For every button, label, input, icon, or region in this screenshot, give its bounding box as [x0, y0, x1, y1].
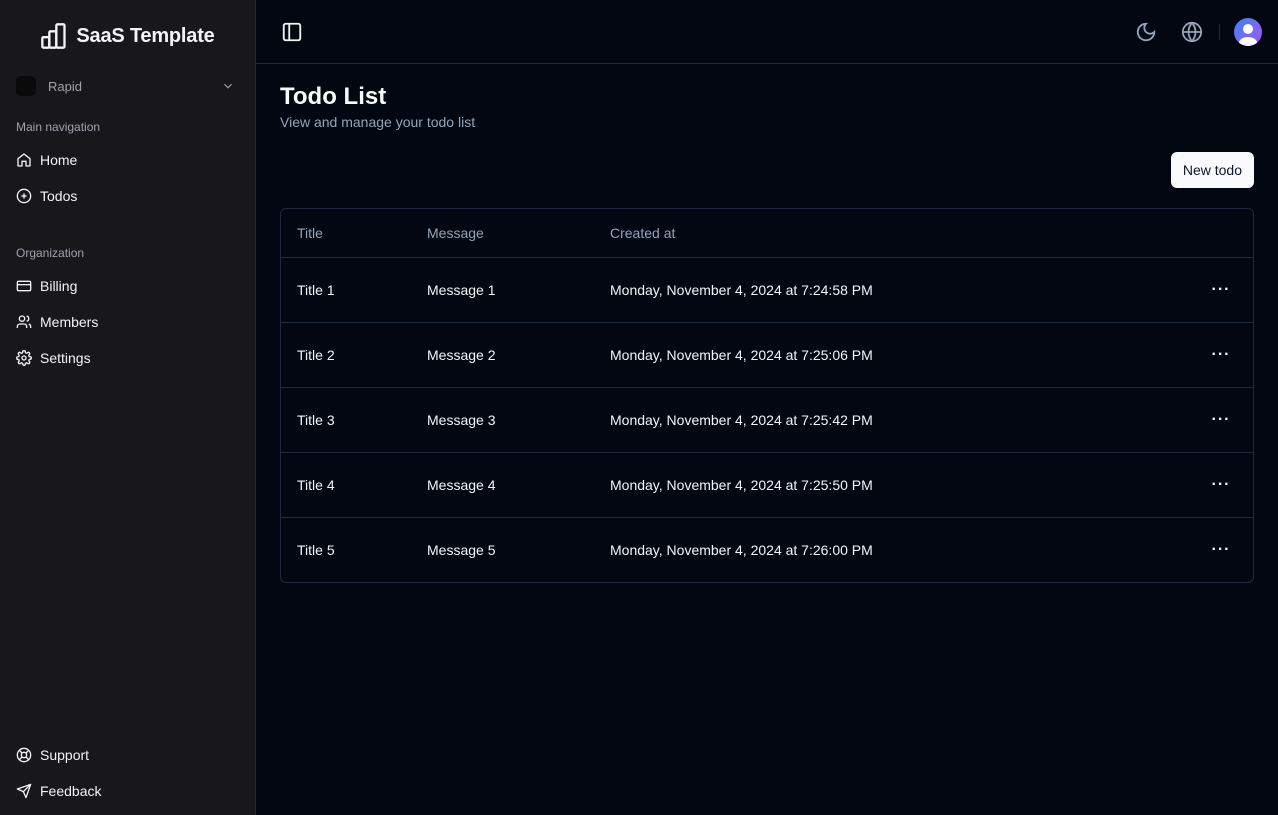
chart-bars-icon	[41, 23, 67, 49]
cell-message: Message 2	[411, 322, 594, 388]
page-subtitle: View and manage your todo list	[280, 114, 476, 130]
table-row[interactable]: Title 1 Message 1 Monday, November 4, 20…	[281, 257, 1253, 323]
credit-card-icon	[16, 280, 32, 292]
cell-title: Title 3	[281, 387, 411, 453]
cell-created-at: Monday, November 4, 2024 at 7:24:58 PM	[594, 257, 1189, 323]
user-icon	[1239, 23, 1257, 46]
home-icon	[17, 153, 31, 167]
plus-circle-icon	[16, 188, 32, 204]
sidebar-item-label: Support	[40, 747, 90, 763]
page-title: Todo List	[280, 83, 387, 110]
user-avatar[interactable]	[1234, 17, 1262, 46]
column-header-message[interactable]: Message	[411, 209, 594, 258]
nav-group-label: Main navigation	[16, 120, 101, 134]
main-area: Todo List View and manage your todo list…	[256, 0, 1278, 815]
row-actions-menu-icon[interactable]: ···	[1212, 346, 1231, 363]
org-avatar	[16, 76, 36, 96]
divider	[1219, 23, 1220, 40]
org-switcher[interactable]: Rapid	[16, 72, 239, 100]
column-header-created-at[interactable]: Created at	[594, 209, 1189, 258]
sidebar-item-label: Todos	[40, 188, 78, 204]
row-actions-menu-icon[interactable]: ···	[1212, 541, 1231, 558]
row-actions-menu-icon[interactable]: ···	[1212, 411, 1231, 428]
brand[interactable]: SaaS Template	[0, 0, 255, 72]
row-actions-menu-icon[interactable]: ···	[1212, 281, 1231, 298]
cell-title: Title 4	[281, 452, 411, 518]
send-icon	[16, 783, 32, 799]
cell-created-at: Monday, November 4, 2024 at 7:25:06 PM	[594, 322, 1189, 388]
brand-name: SaaS Template	[76, 24, 215, 47]
cell-title: Title 1	[281, 257, 411, 323]
cell-title: Title 2	[281, 322, 411, 388]
life-buoy-icon	[16, 747, 32, 763]
sidebar-item-settings[interactable]: Settings	[16, 340, 239, 376]
cell-message: Message 3	[411, 387, 594, 453]
sidebar-item-billing[interactable]: Billing	[16, 268, 239, 304]
sidebar: SaaS Template Rapid Main navigation Home…	[0, 0, 256, 815]
table-row[interactable]: Title 4 Message 4 Monday, November 4, 20…	[281, 452, 1253, 518]
globe-icon[interactable]	[1181, 21, 1203, 43]
table-row[interactable]: Title 5 Message 5 Monday, November 4, 20…	[281, 517, 1253, 582]
cell-message: Message 1	[411, 257, 594, 323]
table-header-row: Title Message Created at	[281, 209, 1253, 258]
sidebar-toggle-button[interactable]	[280, 20, 304, 44]
page-content: Todo List View and manage your todo list…	[256, 64, 1278, 603]
cell-created-at: Monday, November 4, 2024 at 7:26:00 PM	[610, 541, 873, 558]
sidebar-item-members[interactable]: Members	[16, 304, 239, 340]
table-row[interactable]: Title 2 Message 2 Monday, November 4, 20…	[281, 322, 1253, 388]
cell-message: Message 4	[411, 452, 594, 518]
sidebar-toggle-icon	[282, 22, 302, 41]
cell-created-at: Monday, November 4, 2024 at 7:25:42 PM	[594, 387, 1189, 453]
sidebar-item-label: Billing	[40, 278, 78, 294]
cell-title: Title 5	[297, 541, 335, 558]
new-todo-button[interactable]: New todo	[1170, 152, 1254, 188]
cell-created-at: Monday, November 4, 2024 at 7:25:50 PM	[594, 452, 1189, 518]
sidebar-item-label: Settings	[40, 350, 91, 366]
moon-icon[interactable]	[1135, 21, 1157, 43]
sidebar-footer: Support Feedback	[16, 737, 239, 809]
cell-message: Message 5	[427, 541, 496, 558]
sidebar-item-support[interactable]: Support	[16, 737, 239, 773]
nav-group-organization: Organization Billing Members Settings	[0, 244, 255, 376]
row-actions-menu-icon[interactable]: ···	[1212, 476, 1231, 493]
sidebar-item-home[interactable]: Home	[16, 142, 239, 178]
sidebar-item-label: Home	[40, 152, 78, 168]
users-icon	[16, 315, 32, 328]
org-name: Rapid	[48, 78, 82, 94]
todo-table: Title Message Created at Title 1 Message…	[280, 208, 1254, 583]
column-header-actions	[1189, 209, 1253, 258]
chevron-down-icon	[224, 83, 232, 89]
topbar	[256, 0, 1278, 64]
sidebar-item-label: Feedback	[40, 783, 102, 799]
column-header-title[interactable]: Title	[281, 209, 411, 258]
gear-icon	[16, 350, 32, 366]
sidebar-item-feedback[interactable]: Feedback	[16, 773, 239, 809]
topbar-actions	[1135, 17, 1262, 46]
nav-group-label: Organization	[16, 246, 85, 260]
sidebar-item-todos[interactable]: Todos	[16, 178, 239, 214]
page-actions: New todo	[280, 152, 1254, 188]
sidebar-item-label: Members	[40, 314, 99, 330]
table-row[interactable]: Title 3 Message 3 Monday, November 4, 20…	[281, 387, 1253, 453]
nav-group-main: Main navigation Home Todos	[0, 118, 255, 214]
